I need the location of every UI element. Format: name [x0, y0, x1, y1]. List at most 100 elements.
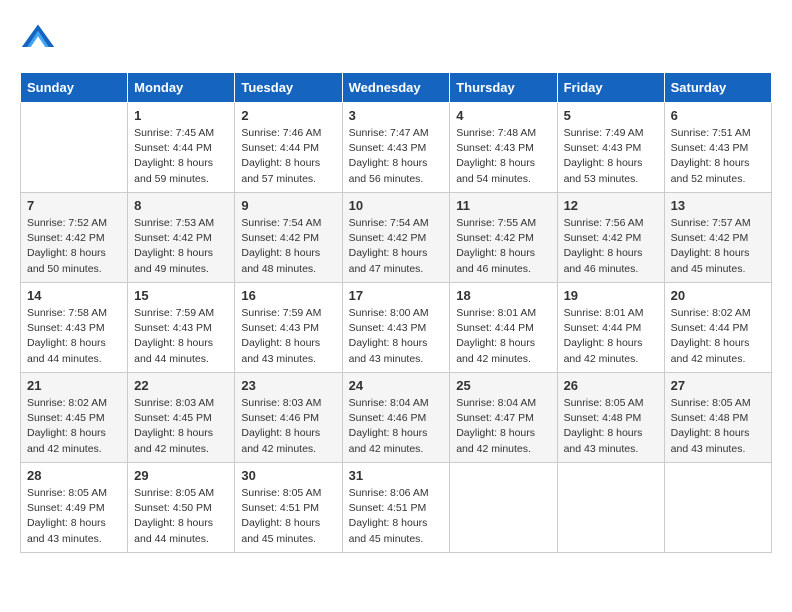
day-info: Sunrise: 7:52 AM Sunset: 4:42 PM Dayligh…: [27, 216, 121, 277]
calendar-cell: [21, 103, 128, 193]
calendar-cell: [450, 463, 557, 553]
calendar-cell: 11 Sunrise: 7:55 AM Sunset: 4:42 PM Dayli…: [450, 193, 557, 283]
day-info: Sunrise: 8:01 AM Sunset: 4:44 PM Dayligh…: [456, 306, 550, 367]
day-info: Sunrise: 7:54 AM Sunset: 4:42 PM Dayligh…: [241, 216, 335, 277]
day-info: Sunrise: 7:54 AM Sunset: 4:42 PM Dayligh…: [349, 216, 444, 277]
day-number: 20: [671, 288, 765, 303]
logo-icon: [20, 20, 56, 56]
day-info: Sunrise: 7:59 AM Sunset: 4:43 PM Dayligh…: [241, 306, 335, 367]
day-info: Sunrise: 8:05 AM Sunset: 4:49 PM Dayligh…: [27, 486, 121, 547]
day-number: 15: [134, 288, 228, 303]
calendar-cell: 3 Sunrise: 7:47 AM Sunset: 4:43 PM Daylig…: [342, 103, 450, 193]
day-number: 31: [349, 468, 444, 483]
calendar-table: SundayMondayTuesdayWednesdayThursdayFrid…: [20, 72, 772, 553]
day-info: Sunrise: 7:57 AM Sunset: 4:42 PM Dayligh…: [671, 216, 765, 277]
calendar-day-header: Tuesday: [235, 73, 342, 103]
day-number: 25: [456, 378, 550, 393]
calendar-day-header: Sunday: [21, 73, 128, 103]
calendar-week-row: 14 Sunrise: 7:58 AM Sunset: 4:43 PM Dayli…: [21, 283, 772, 373]
day-number: 11: [456, 198, 550, 213]
logo: [20, 20, 60, 56]
day-number: 27: [671, 378, 765, 393]
calendar-cell: 28Sunrise: 8:05 AM Sunset: 4:49 PM Dayli…: [21, 463, 128, 553]
calendar-header-row: SundayMondayTuesdayWednesdayThursdayFrid…: [21, 73, 772, 103]
day-number: 21: [27, 378, 121, 393]
day-number: 5: [564, 108, 658, 123]
calendar-cell: 13 Sunrise: 7:57 AM Sunset: 4:42 PM Dayli…: [664, 193, 771, 283]
calendar-week-row: 1 Sunrise: 7:45 AM Sunset: 4:44 PM Daylig…: [21, 103, 772, 193]
day-number: 3: [349, 108, 444, 123]
calendar-cell: 9 Sunrise: 7:54 AM Sunset: 4:42 PM Daylig…: [235, 193, 342, 283]
calendar-cell: 27 Sunrise: 8:05 AM Sunset: 4:48 PM Dayli…: [664, 373, 771, 463]
calendar-cell: 12 Sunrise: 7:56 AM Sunset: 4:42 PM Dayli…: [557, 193, 664, 283]
calendar-day-header: Thursday: [450, 73, 557, 103]
day-info: Sunrise: 7:46 AM Sunset: 4:44 PM Dayligh…: [241, 126, 335, 187]
day-number: 8: [134, 198, 228, 213]
day-number: 14: [27, 288, 121, 303]
day-number: 12: [564, 198, 658, 213]
day-number: 26: [564, 378, 658, 393]
day-info: Sunrise: 7:58 AM Sunset: 4:43 PM Dayligh…: [27, 306, 121, 367]
calendar-cell: 8 Sunrise: 7:53 AM Sunset: 4:42 PM Daylig…: [128, 193, 235, 283]
calendar-week-row: 28Sunrise: 8:05 AM Sunset: 4:49 PM Dayli…: [21, 463, 772, 553]
day-info: Sunrise: 8:06 AM Sunset: 4:51 PM Dayligh…: [349, 486, 444, 547]
calendar-cell: 30 Sunrise: 8:05 AM Sunset: 4:51 PM Dayli…: [235, 463, 342, 553]
day-info: Sunrise: 8:05 AM Sunset: 4:48 PM Dayligh…: [564, 396, 658, 457]
day-info: Sunrise: 8:05 AM Sunset: 4:51 PM Dayligh…: [241, 486, 335, 547]
calendar-cell: 17 Sunrise: 8:00 AM Sunset: 4:43 PM Dayli…: [342, 283, 450, 373]
day-info: Sunrise: 7:47 AM Sunset: 4:43 PM Dayligh…: [349, 126, 444, 187]
day-info: Sunrise: 7:49 AM Sunset: 4:43 PM Dayligh…: [564, 126, 658, 187]
calendar-cell: 26 Sunrise: 8:05 AM Sunset: 4:48 PM Dayli…: [557, 373, 664, 463]
calendar-cell: 6Sunrise: 7:51 AM Sunset: 4:43 PM Daylig…: [664, 103, 771, 193]
calendar-cell: 7Sunrise: 7:52 AM Sunset: 4:42 PM Daylig…: [21, 193, 128, 283]
calendar-cell: 4Sunrise: 7:48 AM Sunset: 4:43 PM Daylig…: [450, 103, 557, 193]
calendar-cell: 16 Sunrise: 7:59 AM Sunset: 4:43 PM Dayli…: [235, 283, 342, 373]
calendar-week-row: 7Sunrise: 7:52 AM Sunset: 4:42 PM Daylig…: [21, 193, 772, 283]
day-number: 4: [456, 108, 550, 123]
day-info: Sunrise: 8:02 AM Sunset: 4:44 PM Dayligh…: [671, 306, 765, 367]
calendar-week-row: 21 Sunrise: 8:02 AM Sunset: 4:45 PM Dayli…: [21, 373, 772, 463]
day-number: 1: [134, 108, 228, 123]
day-number: 16: [241, 288, 335, 303]
calendar-cell: 21 Sunrise: 8:02 AM Sunset: 4:45 PM Dayli…: [21, 373, 128, 463]
calendar-cell: 14 Sunrise: 7:58 AM Sunset: 4:43 PM Dayli…: [21, 283, 128, 373]
day-info: Sunrise: 7:53 AM Sunset: 4:42 PM Dayligh…: [134, 216, 228, 277]
day-info: Sunrise: 8:04 AM Sunset: 4:46 PM Dayligh…: [349, 396, 444, 457]
calendar-cell: 10 Sunrise: 7:54 AM Sunset: 4:42 PM Dayli…: [342, 193, 450, 283]
calendar-cell: 20 Sunrise: 8:02 AM Sunset: 4:44 PM Dayli…: [664, 283, 771, 373]
day-number: 13: [671, 198, 765, 213]
calendar-cell: 22 Sunrise: 8:03 AM Sunset: 4:45 PM Dayli…: [128, 373, 235, 463]
day-number: 10: [349, 198, 444, 213]
calendar-cell: 25 Sunrise: 8:04 AM Sunset: 4:47 PM Dayli…: [450, 373, 557, 463]
day-info: Sunrise: 7:56 AM Sunset: 4:42 PM Dayligh…: [564, 216, 658, 277]
calendar-cell: 15 Sunrise: 7:59 AM Sunset: 4:43 PM Dayli…: [128, 283, 235, 373]
day-info: Sunrise: 8:05 AM Sunset: 4:48 PM Dayligh…: [671, 396, 765, 457]
day-info: Sunrise: 8:03 AM Sunset: 4:46 PM Dayligh…: [241, 396, 335, 457]
day-number: 6: [671, 108, 765, 123]
calendar-cell: 2 Sunrise: 7:46 AM Sunset: 4:44 PM Daylig…: [235, 103, 342, 193]
day-number: 18: [456, 288, 550, 303]
day-info: Sunrise: 8:01 AM Sunset: 4:44 PM Dayligh…: [564, 306, 658, 367]
calendar-cell: 24Sunrise: 8:04 AM Sunset: 4:46 PM Dayli…: [342, 373, 450, 463]
day-number: 30: [241, 468, 335, 483]
day-info: Sunrise: 8:00 AM Sunset: 4:43 PM Dayligh…: [349, 306, 444, 367]
day-info: Sunrise: 8:05 AM Sunset: 4:50 PM Dayligh…: [134, 486, 228, 547]
calendar-cell: [664, 463, 771, 553]
day-number: 2: [241, 108, 335, 123]
day-info: Sunrise: 7:59 AM Sunset: 4:43 PM Dayligh…: [134, 306, 228, 367]
calendar-cell: 5 Sunrise: 7:49 AM Sunset: 4:43 PM Daylig…: [557, 103, 664, 193]
calendar-day-header: Wednesday: [342, 73, 450, 103]
day-number: 9: [241, 198, 335, 213]
calendar-day-header: Friday: [557, 73, 664, 103]
calendar-cell: 29Sunrise: 8:05 AM Sunset: 4:50 PM Dayli…: [128, 463, 235, 553]
day-number: 22: [134, 378, 228, 393]
day-number: 19: [564, 288, 658, 303]
day-number: 17: [349, 288, 444, 303]
day-info: Sunrise: 7:45 AM Sunset: 4:44 PM Dayligh…: [134, 126, 228, 187]
day-info: Sunrise: 8:03 AM Sunset: 4:45 PM Dayligh…: [134, 396, 228, 457]
day-number: 23: [241, 378, 335, 393]
day-info: Sunrise: 7:55 AM Sunset: 4:42 PM Dayligh…: [456, 216, 550, 277]
day-info: Sunrise: 8:04 AM Sunset: 4:47 PM Dayligh…: [456, 396, 550, 457]
calendar-day-header: Saturday: [664, 73, 771, 103]
day-info: Sunrise: 8:02 AM Sunset: 4:45 PM Dayligh…: [27, 396, 121, 457]
